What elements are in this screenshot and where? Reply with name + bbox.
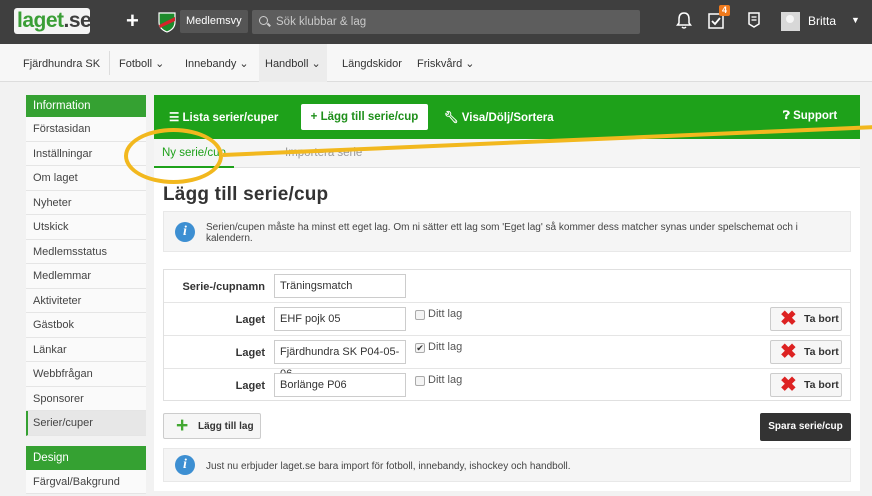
delete-team-button[interactable]: ✖ Ta bort	[770, 340, 842, 364]
add-series-label: Lägg till serie/cup	[320, 111, 419, 123]
nav-item-friskvard[interactable]: Friskvård ⌄	[417, 44, 475, 82]
info-box: i Serien/cupen måste ha minst ett eget l…	[163, 211, 851, 252]
own-team-checkbox[interactable]	[415, 310, 425, 320]
series-form: Serie-/cupnamn Träningsmatch Laget EHF p…	[163, 269, 851, 401]
sidebar-item-webbfragan[interactable]: Webbfrågan	[26, 362, 146, 387]
highlight-circle	[124, 128, 223, 184]
own-team-label: Ditt lag	[428, 308, 463, 320]
sidebar-item-serier-cuper[interactable]: Serier/cuper	[26, 411, 146, 436]
sidebar-item-lankar[interactable]: Länkar	[26, 337, 146, 362]
close-icon: ✖	[780, 308, 797, 330]
sidebar-header-design: Design	[26, 445, 146, 470]
plus-icon: +	[176, 414, 189, 437]
search-placeholder: Sök klubbar & lag	[276, 16, 367, 28]
member-view-button[interactable]: Medlemsvy	[180, 10, 248, 33]
close-icon: ✖	[780, 341, 797, 363]
nav-item-handboll[interactable]: Handboll ⌄	[259, 44, 327, 82]
sidebar-item-medlemsstatus[interactable]: Medlemsstatus	[26, 239, 146, 264]
plus-icon: +	[310, 111, 321, 123]
nav-item-club[interactable]: Fjärdhundra SK	[23, 44, 100, 82]
series-name-input[interactable]: Träningsmatch	[274, 274, 406, 298]
wrench-icon: 🔧︎	[444, 112, 462, 124]
list-icon: ☰	[169, 112, 183, 124]
team-label: Laget	[235, 347, 265, 359]
close-icon: ✖	[780, 374, 797, 396]
nav-item-langdskidor[interactable]: Längdskidor	[342, 44, 402, 82]
team-label: Laget	[235, 380, 265, 392]
sidebar-item-fargval[interactable]: Färgval/Bakgrund	[26, 469, 146, 494]
team-input[interactable]: EHF pojk 05	[274, 307, 406, 331]
search-icon	[259, 16, 268, 25]
plus-icon[interactable]: +	[126, 10, 139, 32]
team-input[interactable]: Fjärdhundra SK P04-05-06	[274, 340, 406, 380]
show-hide-sort-button[interactable]: 🔧︎ Visa/Dölj/Sortera	[444, 110, 554, 124]
logo-text: laget	[17, 9, 64, 32]
delete-label: Ta bort	[804, 313, 839, 325]
form-row-name: Serie-/cupnamn Träningsmatch	[164, 270, 850, 303]
sidebar-item-forstasidan[interactable]: Förstasidan	[26, 117, 146, 142]
sidebar-item-om-laget[interactable]: Om laget	[26, 166, 146, 191]
logo-suffix: .se	[63, 9, 92, 32]
list-series-button[interactable]: ☰ Lista serier/cuper	[169, 110, 278, 124]
caret-down-icon[interactable]: ▼	[851, 15, 860, 25]
team-label: Laget	[235, 314, 265, 326]
support-button[interactable]: ❓︎ Support	[783, 110, 837, 123]
form-row-team: Laget Borlänge P06 Ditt lag ✖ Ta bort	[164, 369, 850, 402]
sidebar-item-gastbok[interactable]: Gästbok	[26, 313, 146, 338]
sidebar-item-sponsorer[interactable]: Sponsorer	[26, 386, 146, 411]
sidebar-item-aktiviteter[interactable]: Aktiviteter	[26, 288, 146, 313]
support-label: Support	[793, 110, 838, 122]
info-text: Serien/cupen måste ha minst ett eget lag…	[206, 222, 798, 244]
add-team-label: Lägg till lag	[198, 421, 254, 432]
sidebar-item-medlemmar[interactable]: Medlemmar	[26, 264, 146, 289]
team-input[interactable]: Borlänge P06	[274, 373, 406, 397]
add-series-button[interactable]: + Lägg till serie/cup	[301, 104, 428, 130]
sidebar-header-information: Information	[26, 95, 146, 117]
delete-label: Ta bort	[804, 346, 839, 358]
delete-label: Ta bort	[804, 379, 839, 391]
form-row-team: Laget EHF pojk 05 Ditt lag ✖ Ta bort	[164, 303, 850, 336]
club-shield-icon[interactable]	[157, 11, 177, 33]
user-name[interactable]: Britta	[808, 14, 836, 28]
question-icon: ❓︎	[783, 110, 794, 122]
notification-badge: 4	[719, 5, 731, 16]
info-icon: i	[175, 222, 195, 242]
form-row-team: Laget Fjärdhundra SK P04-05-06 ✔ Ditt la…	[164, 336, 850, 380]
section-nav: Fjärdhundra SK Fotboll ⌄ Innebandy ⌄ Han…	[0, 44, 872, 82]
page-title: Lägg till serie/cup	[163, 184, 329, 205]
nav-item-innebandy[interactable]: Innebandy ⌄	[185, 44, 249, 82]
sidebar-item-utskick[interactable]: Utskick	[26, 215, 146, 240]
add-team-button[interactable]: + Lägg till lag	[163, 413, 261, 439]
search-input[interactable]: Sök klubbar & lag	[252, 10, 640, 34]
laget-logo[interactable]: laget.se	[14, 8, 92, 34]
nav-item-fotboll[interactable]: Fotboll ⌄	[119, 44, 164, 82]
list-icon[interactable]	[747, 11, 761, 35]
import-info-text: Just nu erbjuder laget.se bara import fö…	[206, 461, 571, 472]
sidebar-item-nyheter[interactable]: Nyheter	[26, 190, 146, 215]
bell-icon[interactable]	[676, 11, 692, 35]
own-team-checkbox[interactable]	[415, 376, 425, 386]
top-bar: laget.se + Medlemsvy Sök klubbar & lag 4…	[0, 0, 872, 44]
show-hide-sort-label: Visa/Dölj/Sortera	[461, 112, 554, 124]
own-team-label: Ditt lag	[428, 341, 463, 353]
series-name-label: Serie-/cupnamn	[182, 281, 265, 293]
delete-team-button[interactable]: ✖ Ta bort	[770, 373, 842, 397]
import-info-box: i Just nu erbjuder laget.se bara import …	[163, 448, 851, 482]
own-team-checkbox[interactable]: ✔	[415, 343, 425, 353]
avatar[interactable]	[781, 12, 800, 31]
save-series-button[interactable]: Spara serie/cup	[760, 413, 851, 441]
list-series-label: Lista serier/cuper	[182, 112, 279, 124]
nav-divider	[109, 51, 110, 75]
delete-team-button[interactable]: ✖ Ta bort	[770, 307, 842, 331]
info-icon: i	[175, 455, 195, 475]
own-team-label: Ditt lag	[428, 374, 463, 386]
